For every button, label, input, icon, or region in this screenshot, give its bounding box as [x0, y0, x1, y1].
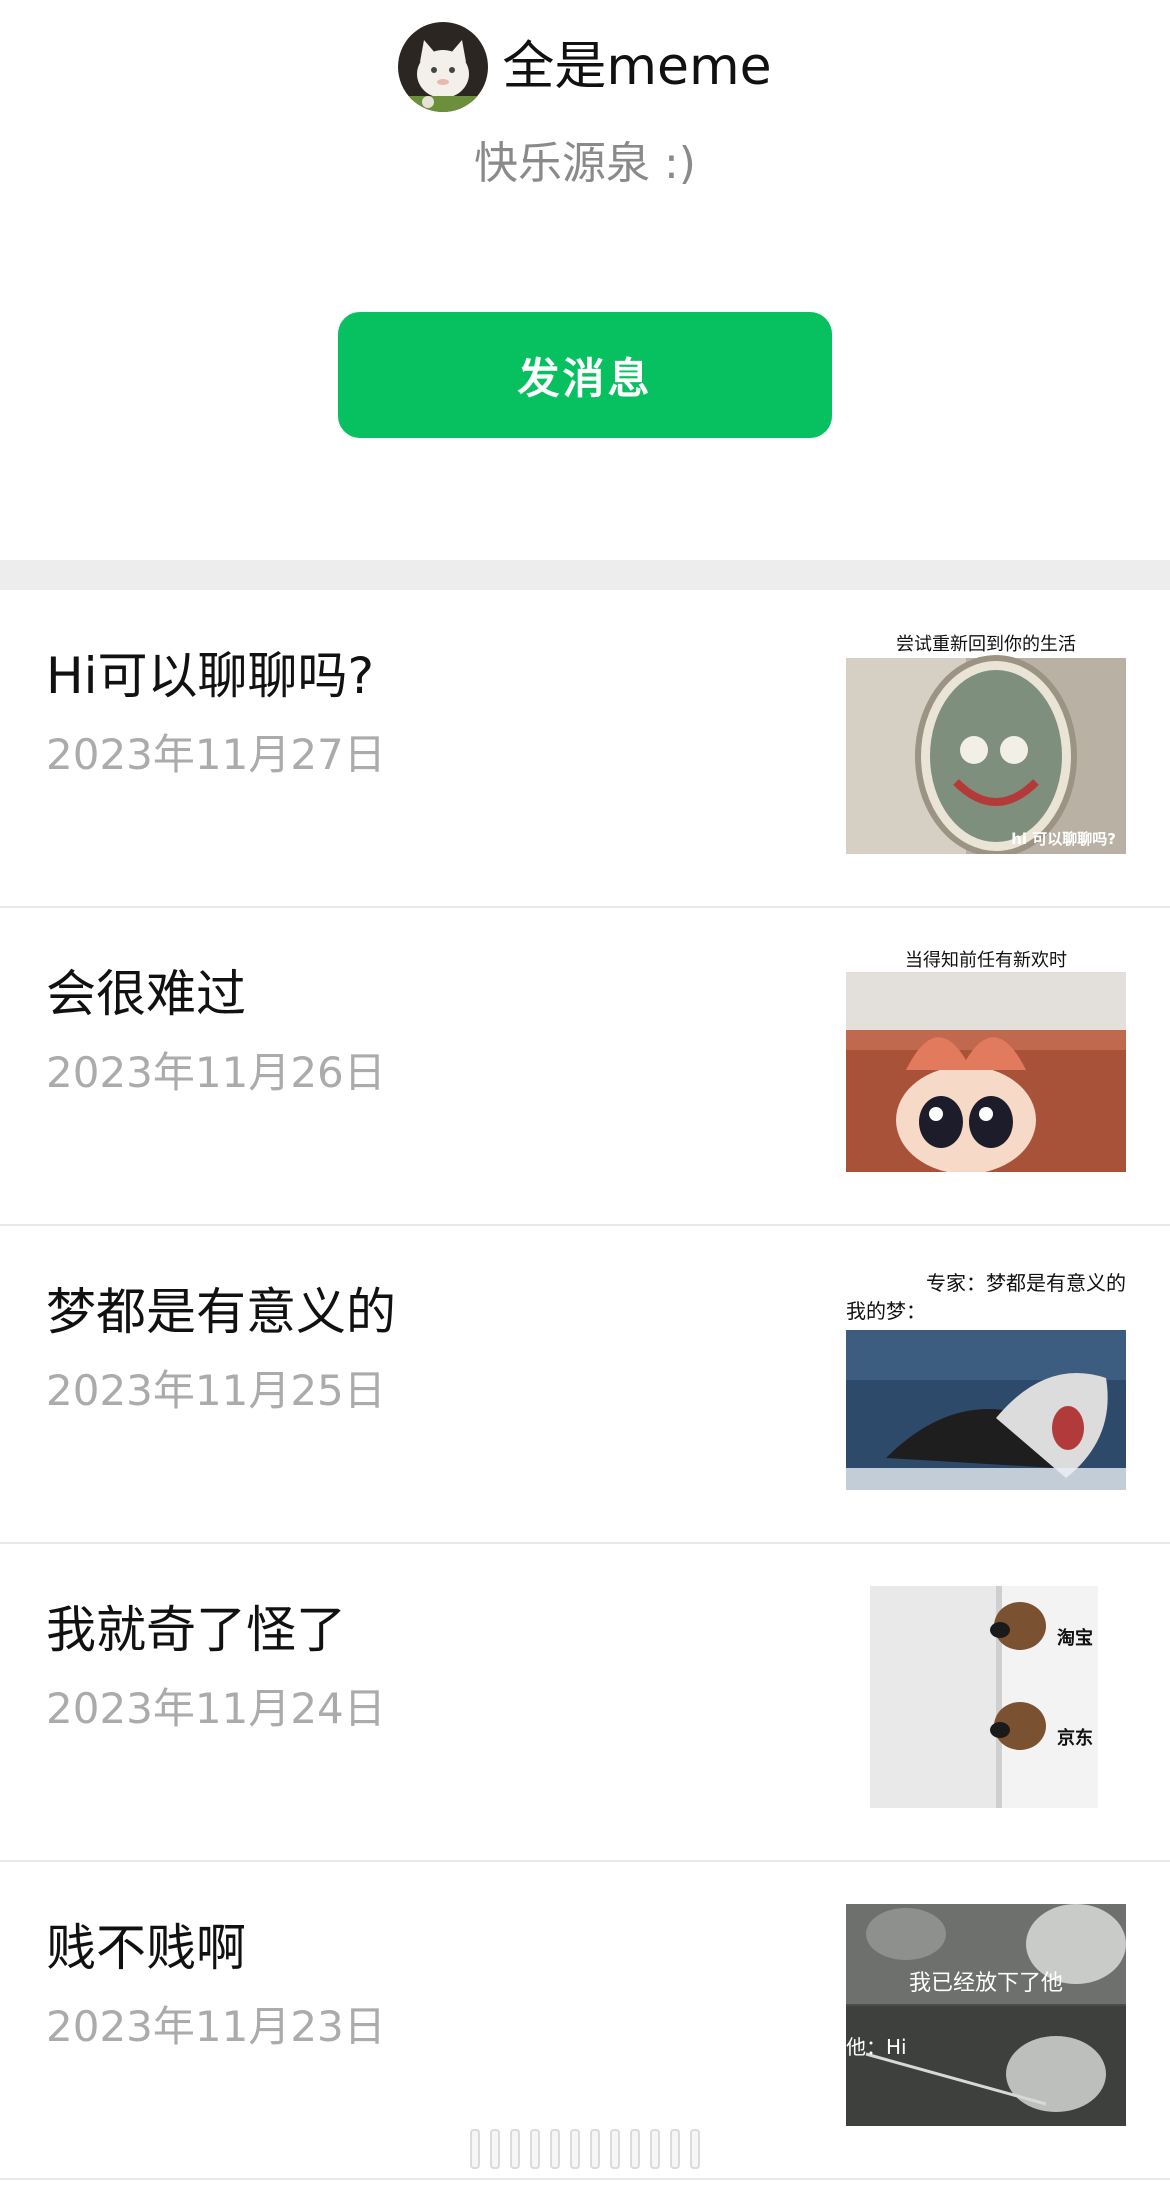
article-thumbnail: 专家：梦都是有意义的 我的梦：	[846, 1268, 1126, 1490]
article-item[interactable]: 会很难过 2023年11月26日 当得知前任有新欢时	[0, 908, 1170, 1226]
article-date: 2023年11月27日	[46, 730, 386, 779]
thumb-caption: 我的梦：	[846, 1299, 926, 1323]
article-list: Hi可以聊聊吗? 2023年11月27日 尝试重新回到你的生活 hi 可以聊聊吗…	[0, 590, 1170, 2180]
article-date: 2023年11月23日	[46, 2002, 386, 2051]
thumb-caption: 专家：梦都是有意义的	[926, 1271, 1126, 1295]
article-title: 梦都是有意义的	[46, 1283, 396, 1341]
cat-avatar-icon	[398, 22, 489, 112]
official-account-page: 全是meme 快乐源泉 :) 发消息 Hi可以聊聊吗? 2023年11月27日 …	[0, 0, 1170, 2188]
section-divider	[0, 560, 1170, 590]
article-item[interactable]: 梦都是有意义的 2023年11月25日 专家：梦都是有意义的 我的梦：	[0, 1226, 1170, 1544]
article-thumbnail: 当得知前任有新欢时	[846, 950, 1126, 1172]
account-header: 全是meme 快乐源泉 :) 发消息	[0, 0, 1170, 560]
home-indicator	[470, 2126, 700, 2172]
account-signature: 快乐源泉 :)	[474, 138, 696, 189]
article-item[interactable]: Hi可以聊聊吗? 2023年11月27日 尝试重新回到你的生活 hi 可以聊聊吗…	[0, 590, 1170, 908]
thumb-caption: hi 可以聊聊吗?	[1011, 830, 1116, 848]
article-date: 2023年11月25日	[46, 1366, 386, 1415]
thumb-caption: 当得知前任有新欢时	[905, 950, 1067, 971]
article-item[interactable]: 我就奇了怪了 2023年11月24日 淘宝 京东	[0, 1544, 1170, 1862]
article-date: 2023年11月26日	[46, 1048, 386, 1097]
article-thumbnail: 尝试重新回到你的生活 hi 可以聊聊吗?	[846, 632, 1126, 854]
profile-row: 全是meme	[0, 22, 1170, 112]
article-title: 贱不贱啊	[46, 1919, 246, 1977]
article-title: 我就奇了怪了	[46, 1601, 346, 1659]
thumb-caption: 尝试重新回到你的生活	[896, 634, 1076, 655]
article-title: Hi可以聊聊吗?	[46, 647, 375, 705]
article-title: 会很难过	[46, 965, 246, 1023]
avatar[interactable]	[398, 22, 489, 112]
thumb-label: 京东	[1057, 1727, 1093, 1749]
thumb-label: 淘宝	[1057, 1627, 1093, 1649]
account-name: 全是meme	[502, 37, 772, 97]
article-date: 2023年11月24日	[46, 1684, 386, 1733]
thumb-caption: 他：Hi	[846, 2035, 907, 2059]
article-thumbnail: 我已经放下了他 他：Hi	[846, 1904, 1126, 2126]
send-message-button[interactable]: 发消息	[338, 312, 832, 438]
article-thumbnail: 淘宝 京东	[870, 1586, 1098, 1808]
thumb-caption: 我已经放下了他	[909, 1971, 1063, 1996]
